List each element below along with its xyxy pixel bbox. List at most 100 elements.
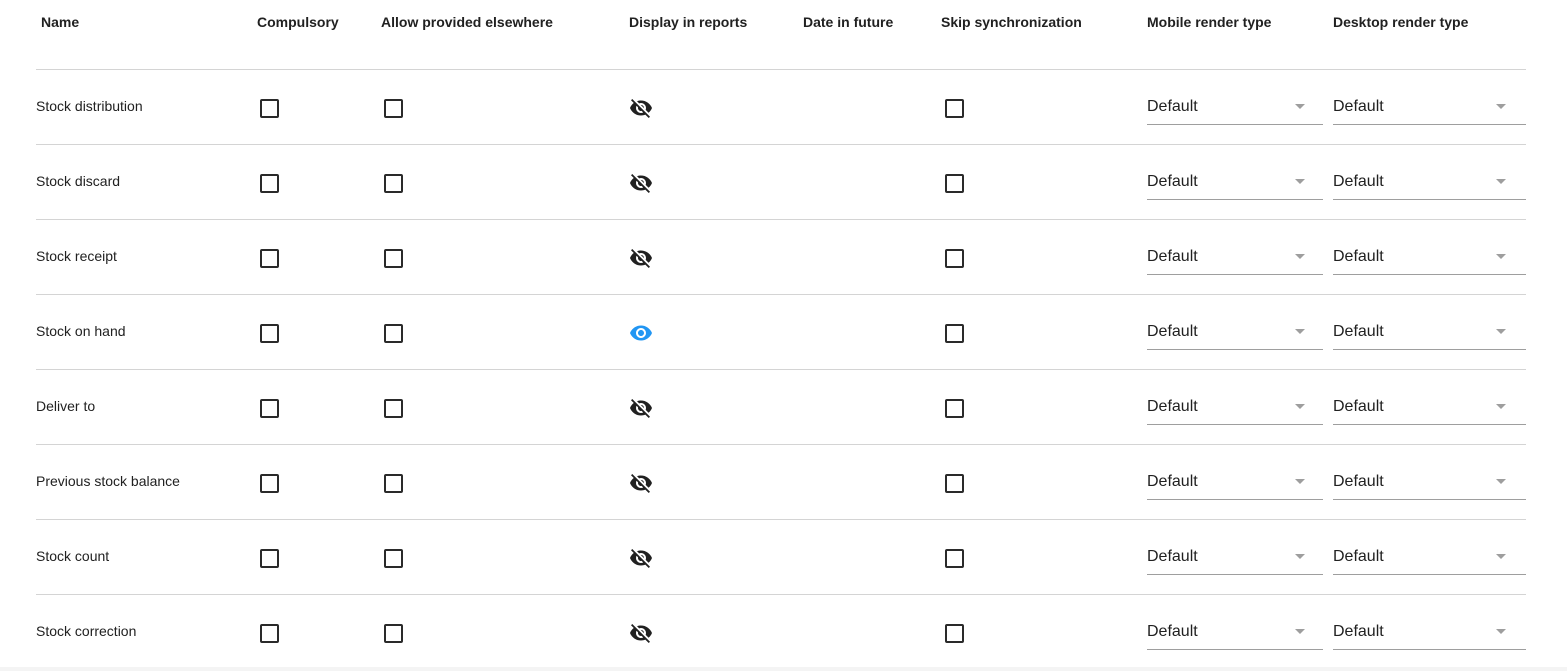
caret-down-icon <box>1496 554 1506 559</box>
compulsory-checkbox[interactable] <box>260 399 279 418</box>
eye-off-icon <box>630 399 652 418</box>
caret-down-icon <box>1496 479 1506 484</box>
caret-down-icon <box>1295 554 1305 559</box>
skip-synchronization-checkbox[interactable] <box>945 399 964 418</box>
mobile-render-type-select[interactable]: Default <box>1147 542 1323 575</box>
compulsory-checkbox[interactable] <box>260 624 279 643</box>
caret-down-icon <box>1496 404 1506 409</box>
allow-provided-elsewhere-checkbox[interactable] <box>384 624 403 643</box>
column-header-allow-provided-elsewhere: Allow provided elsewhere <box>381 14 553 30</box>
caret-down-icon <box>1295 629 1305 634</box>
desktop-render-type-select[interactable]: Default <box>1333 392 1526 425</box>
allow-provided-elsewhere-checkbox[interactable] <box>384 324 403 343</box>
desktop-render-type-select[interactable]: Default <box>1333 167 1526 200</box>
compulsory-checkbox[interactable] <box>260 474 279 493</box>
eye-off-icon <box>630 99 652 118</box>
table-row: Stock count Default Default <box>36 520 1526 595</box>
desktop-render-type-select[interactable]: Default <box>1333 242 1526 275</box>
desktop-render-type-value: Default <box>1333 473 1384 490</box>
desktop-render-type-value: Default <box>1333 623 1384 640</box>
caret-down-icon <box>1496 179 1506 184</box>
allow-provided-elsewhere-checkbox[interactable] <box>384 174 403 193</box>
element-name: Stock receipt <box>36 248 117 264</box>
mobile-render-type-select[interactable]: Default <box>1147 617 1323 650</box>
table-row: Previous stock balance Default Default <box>36 445 1526 520</box>
mobile-render-type-select[interactable]: Default <box>1147 242 1323 275</box>
allow-provided-elsewhere-checkbox[interactable] <box>384 399 403 418</box>
scroll-edge <box>0 667 1567 671</box>
display-in-reports-toggle[interactable] <box>629 246 653 270</box>
display-in-reports-toggle[interactable] <box>629 171 653 195</box>
compulsory-checkbox[interactable] <box>260 249 279 268</box>
element-name: Previous stock balance <box>36 473 180 489</box>
allow-provided-elsewhere-checkbox[interactable] <box>384 474 403 493</box>
desktop-render-type-select[interactable]: Default <box>1333 542 1526 575</box>
compulsory-checkbox[interactable] <box>260 324 279 343</box>
caret-down-icon <box>1496 629 1506 634</box>
eye-off-icon <box>630 249 652 268</box>
data-elements-table: Name Compulsory Allow provided elsewhere… <box>0 0 1567 671</box>
display-in-reports-toggle[interactable] <box>629 96 653 120</box>
table-row: Stock discard Default Default <box>36 145 1526 220</box>
allow-provided-elsewhere-checkbox[interactable] <box>384 249 403 268</box>
skip-synchronization-checkbox[interactable] <box>945 99 964 118</box>
desktop-render-type-select[interactable]: Default <box>1333 92 1526 125</box>
table-row: Stock on hand Default Default <box>36 295 1526 370</box>
mobile-render-type-select[interactable]: Default <box>1147 317 1323 350</box>
column-header-display-in-reports: Display in reports <box>629 14 748 30</box>
caret-down-icon <box>1295 179 1305 184</box>
column-header-skip-synchronization: Skip synchronization <box>941 14 1082 30</box>
compulsory-checkbox[interactable] <box>260 174 279 193</box>
table-row: Stock correction Default Default <box>36 595 1526 670</box>
display-in-reports-toggle[interactable] <box>629 546 653 570</box>
compulsory-checkbox[interactable] <box>260 99 279 118</box>
mobile-render-type-select[interactable]: Default <box>1147 392 1323 425</box>
skip-synchronization-checkbox[interactable] <box>945 249 964 268</box>
caret-down-icon <box>1496 104 1506 109</box>
skip-synchronization-checkbox[interactable] <box>945 624 964 643</box>
desktop-render-type-select[interactable]: Default <box>1333 617 1526 650</box>
mobile-render-type-value: Default <box>1147 323 1198 340</box>
desktop-render-type-value: Default <box>1333 173 1384 190</box>
display-in-reports-toggle[interactable] <box>629 471 653 495</box>
element-name: Stock distribution <box>36 98 143 114</box>
column-header-compulsory: Compulsory <box>257 14 339 30</box>
desktop-render-type-select[interactable]: Default <box>1333 467 1526 500</box>
mobile-render-type-value: Default <box>1147 623 1198 640</box>
column-header-mobile-render-type: Mobile render type <box>1147 14 1272 30</box>
compulsory-checkbox[interactable] <box>260 549 279 568</box>
element-name: Stock discard <box>36 173 121 189</box>
desktop-render-type-value: Default <box>1333 98 1384 115</box>
mobile-render-type-value: Default <box>1147 548 1198 565</box>
skip-synchronization-checkbox[interactable] <box>945 324 964 343</box>
skip-synchronization-checkbox[interactable] <box>945 549 964 568</box>
caret-down-icon <box>1295 329 1305 334</box>
display-in-reports-toggle[interactable] <box>629 396 653 420</box>
mobile-render-type-select[interactable]: Default <box>1147 92 1323 125</box>
eye-off-icon <box>630 474 652 493</box>
allow-provided-elsewhere-checkbox[interactable] <box>384 99 403 118</box>
column-header-desktop-render-type: Desktop render type <box>1333 14 1469 30</box>
element-name: Stock correction <box>36 623 137 639</box>
mobile-render-type-value: Default <box>1147 398 1198 415</box>
caret-down-icon <box>1295 479 1305 484</box>
column-header-name: Name <box>41 14 80 30</box>
table-body: Stock distribution Default Default Stock… <box>0 70 1567 670</box>
caret-down-icon <box>1496 254 1506 259</box>
display-in-reports-toggle[interactable] <box>629 621 653 645</box>
mobile-render-type-value: Default <box>1147 248 1198 265</box>
element-name: Stock on hand <box>36 323 126 339</box>
desktop-render-type-value: Default <box>1333 548 1384 565</box>
caret-down-icon <box>1295 404 1305 409</box>
skip-synchronization-checkbox[interactable] <box>945 474 964 493</box>
table-row: Deliver to Default Default <box>36 370 1526 445</box>
mobile-render-type-select[interactable]: Default <box>1147 467 1323 500</box>
mobile-render-type-select[interactable]: Default <box>1147 167 1323 200</box>
skip-synchronization-checkbox[interactable] <box>945 174 964 193</box>
desktop-render-type-value: Default <box>1333 323 1384 340</box>
table-header: Name Compulsory Allow provided elsewhere… <box>0 0 1567 70</box>
allow-provided-elsewhere-checkbox[interactable] <box>384 549 403 568</box>
desktop-render-type-select[interactable]: Default <box>1333 317 1526 350</box>
desktop-render-type-value: Default <box>1333 398 1384 415</box>
display-in-reports-toggle[interactable] <box>629 321 653 345</box>
